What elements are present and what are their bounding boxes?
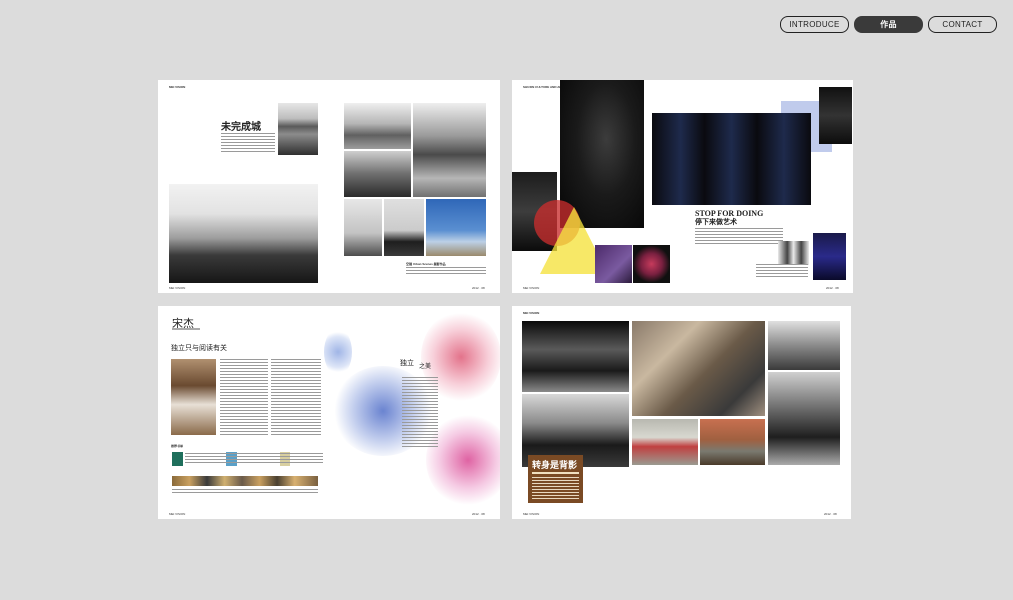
photo-fog-1[interactable] — [344, 199, 382, 256]
title-box-text — [532, 477, 579, 499]
author-tag — [172, 328, 200, 330]
title-chinese: 停下来做艺术 — [695, 219, 737, 226]
photo-kite[interactable] — [426, 199, 486, 256]
folio-right: 2012 · 08 — [826, 286, 839, 290]
body-text — [695, 228, 783, 246]
photo-red-figure[interactable] — [633, 245, 670, 283]
folio-left: MEI VISION — [169, 286, 186, 290]
watercolor-blue-small — [324, 328, 352, 376]
article-subtitle: 独立只与阅读有关 — [171, 345, 227, 352]
portfolio-spread-1[interactable]: MEI VISION 未完成城 空镜 Urban Scenes 摄影作品 MEI… — [158, 80, 500, 293]
photo-overpass[interactable] — [278, 103, 318, 155]
folio-left: MEI VISION — [169, 512, 186, 516]
body-text-col-3 — [402, 377, 438, 447]
photo-magazine-cover[interactable] — [813, 233, 846, 280]
photo-sunglasses[interactable] — [778, 241, 809, 265]
photo-alley-graffiti[interactable] — [632, 321, 765, 416]
folio-left: MEI VISION — [523, 286, 540, 290]
photo-author-portrait[interactable] — [171, 359, 216, 435]
photo-bridge[interactable] — [413, 103, 486, 197]
thumbnail-strip[interactable] — [172, 476, 318, 486]
photo-caption: 空镜 Urban Scenes 摄影作品 — [406, 262, 446, 266]
body-text — [221, 133, 275, 153]
spread-title: 转身是背影 — [532, 460, 578, 470]
nav-introduce-button[interactable]: INTRODUCE — [780, 16, 849, 33]
caption-text — [406, 267, 486, 276]
photo-night-bridge[interactable] — [522, 321, 629, 392]
photo-building-1[interactable] — [344, 103, 411, 149]
folio-left: MEI VISION — [523, 512, 540, 516]
folio-right: 2012 · 08 — [472, 512, 485, 516]
photo-purple[interactable] — [595, 245, 632, 283]
spread-header: MEI VISION — [523, 311, 540, 315]
strip-caption — [172, 489, 318, 495]
photo-bench[interactable] — [700, 419, 765, 465]
photo-dancers-triptych[interactable] — [652, 113, 811, 205]
pull-quote: 独立 — [400, 360, 414, 367]
section-heading: 推荐书单 — [171, 444, 184, 448]
photo-street-bw[interactable] — [768, 321, 840, 370]
nav-contact-button[interactable]: CONTACT — [928, 16, 997, 33]
photo-umbrella[interactable] — [768, 372, 840, 465]
sidebar-text — [756, 264, 808, 279]
folio-right: 2012 · 08 — [824, 512, 837, 516]
photo-fog-2[interactable] — [384, 199, 424, 256]
photo-street[interactable] — [344, 151, 411, 197]
photo-dancer-corner[interactable] — [819, 87, 852, 144]
spread-title: 未完成城 — [221, 122, 261, 133]
body-text-col-1 — [220, 359, 268, 435]
folio-right: 2012 · 08 — [472, 286, 485, 290]
portfolio-spread-2[interactable]: SHUXIN CULTURE AND ART STOP FOR DOING 停下… — [512, 80, 853, 293]
portfolio-spread-4[interactable]: MEI VISION 转身是背影 MEI VISION 2012 · 08 — [512, 306, 851, 519]
book-notes — [185, 453, 323, 463]
spread-header: MEI VISION — [169, 85, 186, 89]
title-underline — [532, 472, 579, 474]
spread-header: SHUXIN CULTURE AND ART — [523, 85, 564, 89]
book-cover-1[interactable] — [172, 452, 183, 466]
nav-works-button[interactable]: 作品 — [854, 16, 923, 33]
portfolio-spread-3[interactable]: 宋杰 独立只与阅读有关 推荐书单 独立 之美 MEI VISION 2012 ·… — [158, 306, 500, 519]
body-text-col-2 — [271, 359, 321, 435]
photo-crosswalk[interactable] — [632, 419, 698, 465]
photo-ruins-sky[interactable] — [169, 184, 318, 283]
pull-quote-2: 之美 — [419, 364, 432, 370]
